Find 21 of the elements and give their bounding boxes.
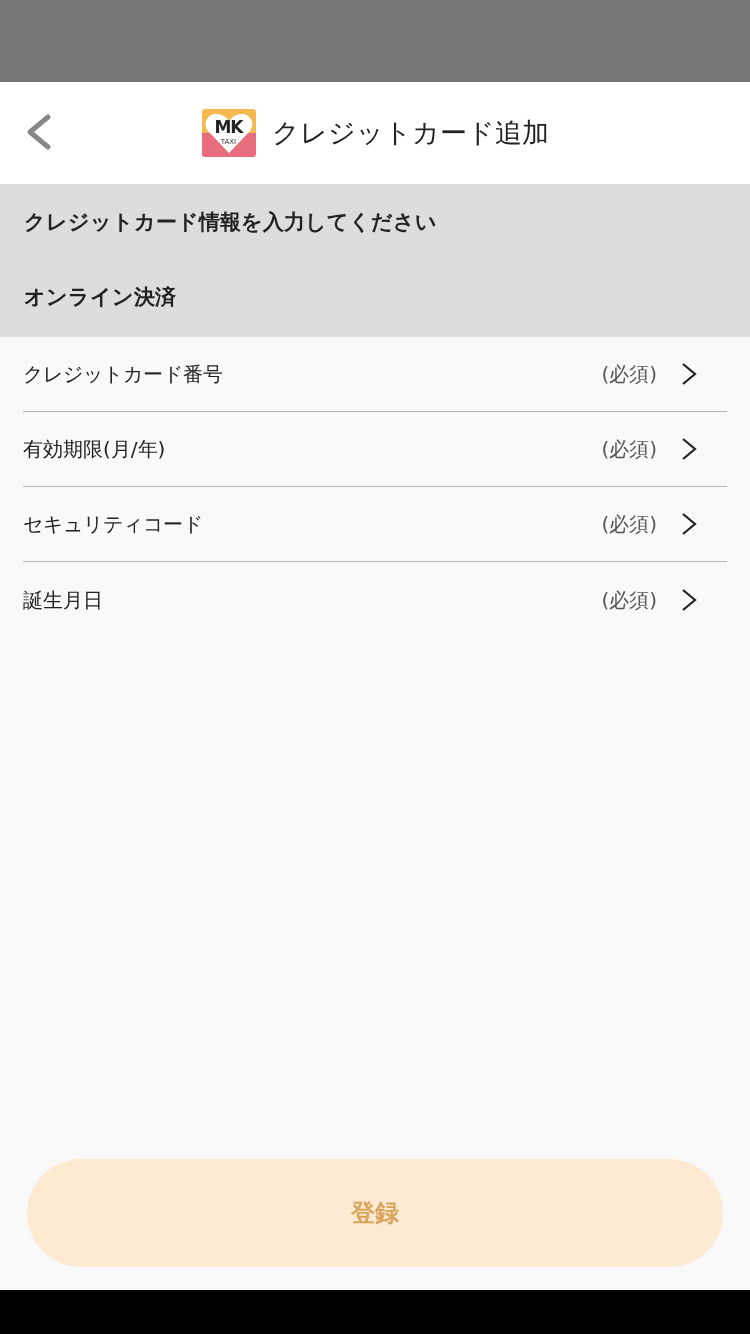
chevron-right-icon bbox=[681, 437, 697, 461]
chevron-right-icon bbox=[681, 362, 697, 386]
form-row[interactable]: クレジットカード番号 (必須) bbox=[23, 337, 727, 412]
chevron-right-icon bbox=[681, 512, 697, 536]
field-label: 誕生月日 bbox=[23, 586, 104, 614]
field-label: 有効期限(月/年) bbox=[23, 436, 167, 463]
form-row[interactable]: 有効期限(月/年) (必須) bbox=[23, 412, 727, 487]
form-row[interactable]: 誕生月日 (必須) bbox=[23, 562, 727, 637]
form-row[interactable]: セキュリティコード (必須) bbox=[23, 487, 727, 562]
field-label: セキュリティコード bbox=[23, 511, 204, 538]
chevron-right-icon bbox=[681, 587, 697, 612]
field-label: クレジットカード番号 bbox=[23, 361, 224, 388]
required-note: (必須) bbox=[601, 361, 657, 388]
required-note: (必須) bbox=[601, 511, 657, 538]
required-note: (必須) bbox=[601, 436, 657, 463]
back-icon bbox=[24, 113, 52, 151]
instruction-text: クレジットカード情報を入力してください bbox=[24, 209, 438, 237]
logo-text: MK bbox=[213, 118, 245, 136]
screen-title: クレジットカード追加 bbox=[271, 115, 549, 150]
required-note: (必須) bbox=[601, 586, 657, 614]
section-heading: オンライン決済 bbox=[24, 284, 177, 312]
